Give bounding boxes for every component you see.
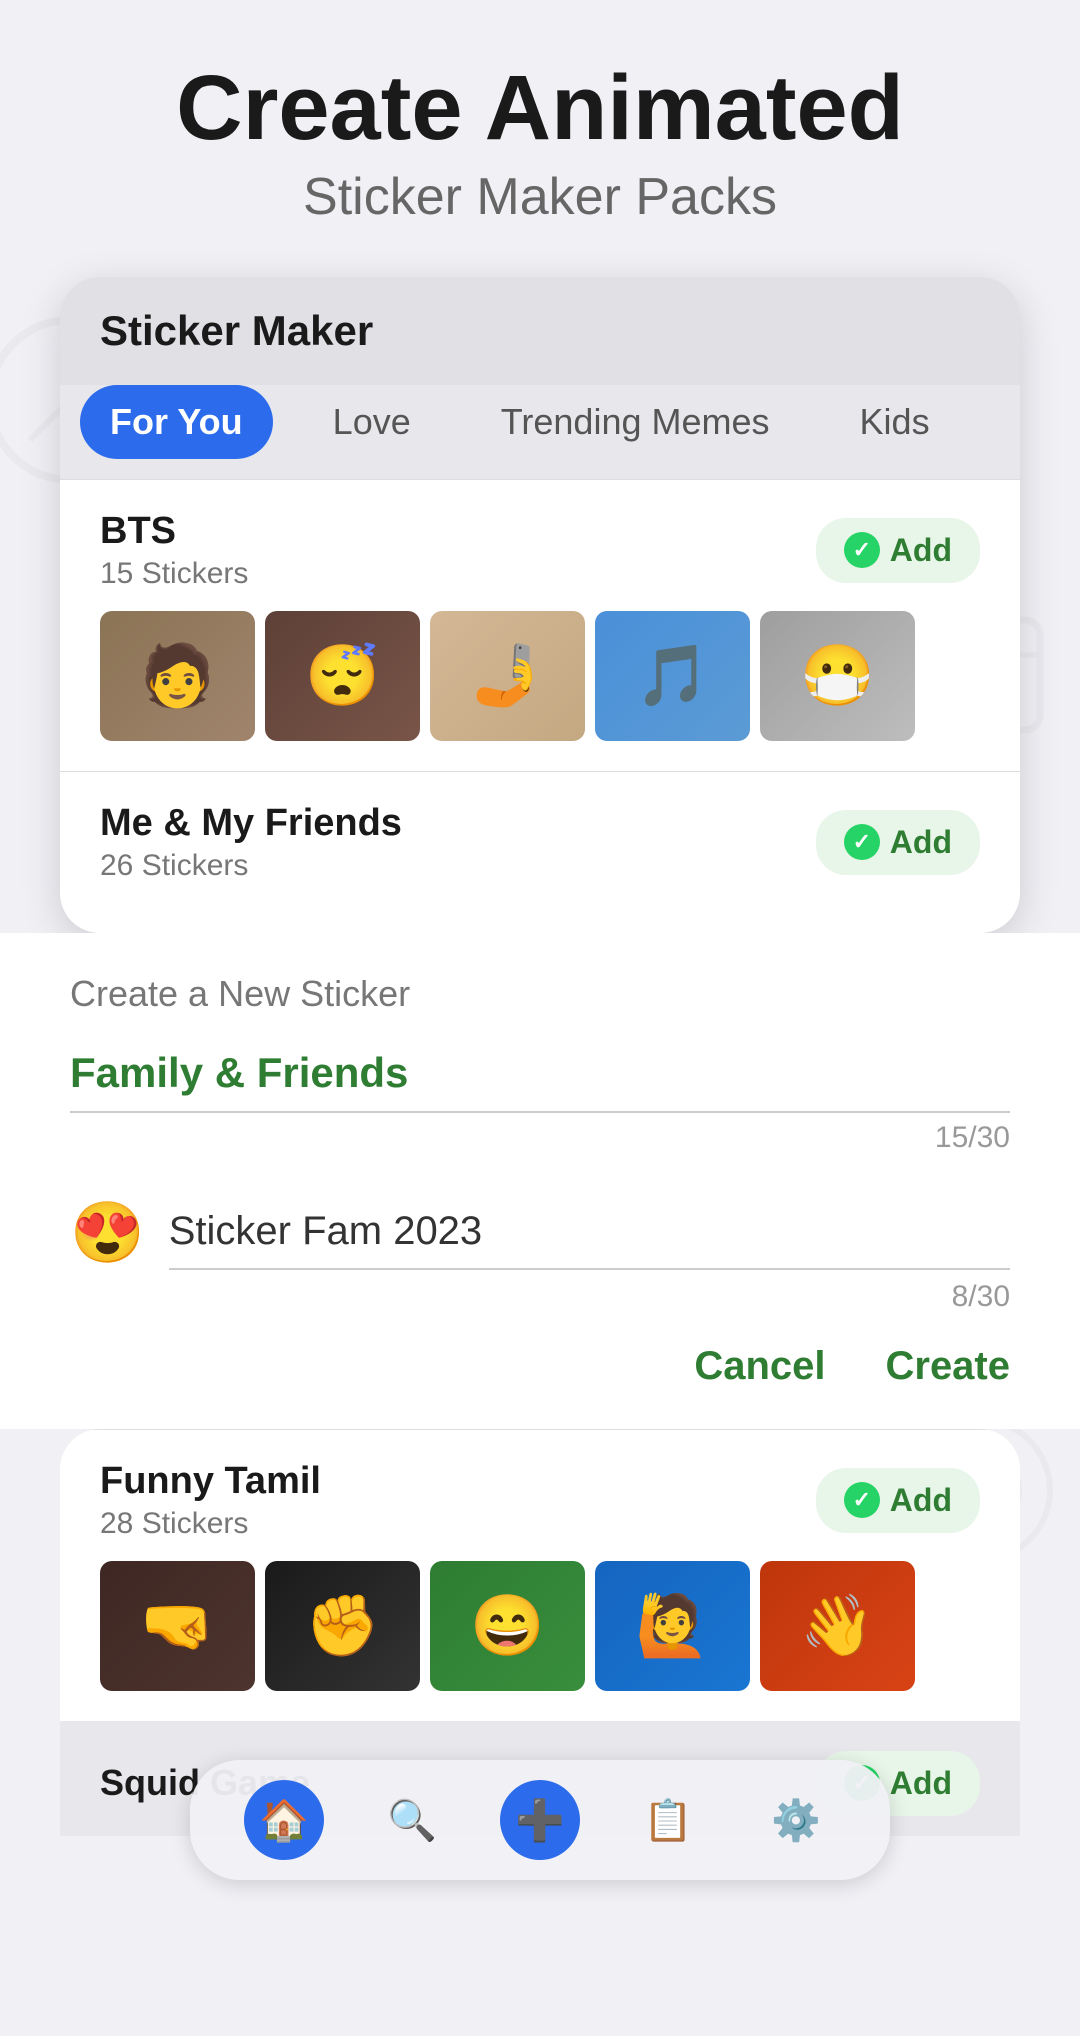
funny-tamil-add-button[interactable]: ✓ Add bbox=[816, 1468, 980, 1533]
add-icon: ➕ bbox=[515, 1797, 565, 1844]
sticker-pack-bts: BTS 15 Stickers ✓ Add 🧑 😴 🤳 bbox=[60, 479, 1020, 771]
cancel-button[interactable]: Cancel bbox=[694, 1344, 825, 1389]
funny-tamil-add-label: Add bbox=[890, 1482, 952, 1519]
funny-sticker-3[interactable]: 😄 bbox=[430, 1561, 585, 1691]
bottom-nav: 🏠 🔍 ➕ 📋 ⚙️ bbox=[190, 1760, 890, 1880]
bts-sticker-images: 🧑 😴 🤳 🎵 😷 bbox=[100, 611, 980, 741]
nav-search[interactable]: 🔍 bbox=[372, 1780, 452, 1860]
nav-home[interactable]: 🏠 bbox=[244, 1780, 324, 1860]
phone-card-main: Sticker Maker For You Love Trending Meme… bbox=[60, 277, 1020, 933]
funny-tamil-images: 🤜 ✊ 😄 🙋 👋 bbox=[100, 1561, 980, 1691]
sticker-img-2[interactable]: 😴 bbox=[265, 611, 420, 741]
tab-trending-memes[interactable]: Trending Memes bbox=[471, 385, 800, 459]
friends-pack-header: Me & My Friends 26 Stickers ✓ Add bbox=[100, 802, 980, 883]
nav-settings[interactable]: ⚙️ bbox=[756, 1780, 836, 1860]
funny-tamil-header: Funny Tamil 28 Stickers ✓ Add bbox=[100, 1460, 980, 1541]
category-tabs: For You Love Trending Memes Kids bbox=[60, 385, 1020, 479]
nav-add[interactable]: ➕ bbox=[500, 1780, 580, 1860]
sticker-img-5[interactable]: 😷 bbox=[760, 611, 915, 741]
phone-card-header: Sticker Maker bbox=[60, 277, 1020, 385]
app-title: Sticker Maker bbox=[100, 307, 980, 355]
sticker-name-input-group: 😍 8/30 bbox=[70, 1195, 1010, 1314]
funny-tamil-count: 28 Stickers bbox=[100, 1507, 321, 1541]
bts-add-button[interactable]: ✓ Add bbox=[816, 518, 980, 583]
popup-actions: Cancel Create bbox=[70, 1344, 1010, 1389]
home-icon: 🏠 bbox=[259, 1797, 309, 1844]
sticker-name-counter: 8/30 bbox=[70, 1280, 1010, 1314]
squid-add-label: Add bbox=[890, 1765, 952, 1802]
sticker-pack-funny-tamil: Funny Tamil 28 Stickers ✓ Add 🤜 ✊ 😄 bbox=[60, 1429, 1020, 1721]
sticker-pack-friends: Me & My Friends 26 Stickers ✓ Add bbox=[60, 771, 1020, 933]
friends-pack-count: 26 Stickers bbox=[100, 849, 402, 883]
pack-name-counter: 15/30 bbox=[70, 1121, 1010, 1155]
search-icon: 🔍 bbox=[387, 1797, 437, 1844]
funny-sticker-5[interactable]: 👋 bbox=[760, 1561, 915, 1691]
tab-love[interactable]: Love bbox=[303, 385, 441, 459]
sticker-emoji[interactable]: 😍 bbox=[70, 1197, 145, 1268]
bts-pack-name: BTS bbox=[100, 510, 248, 553]
whatsapp-icon-2: ✓ bbox=[844, 824, 880, 860]
page-title: Create Animated bbox=[40, 60, 1040, 157]
header: Create Animated Sticker Maker Packs bbox=[0, 60, 1080, 277]
create-button[interactable]: Create bbox=[885, 1344, 1010, 1389]
whatsapp-icon-3: ✓ bbox=[844, 1482, 880, 1518]
funny-sticker-1[interactable]: 🤜 bbox=[100, 1561, 255, 1691]
friends-add-label: Add bbox=[890, 824, 952, 861]
settings-icon: ⚙️ bbox=[771, 1797, 821, 1844]
tab-for-you[interactable]: For You bbox=[80, 385, 273, 459]
funny-sticker-4[interactable]: 🙋 bbox=[595, 1561, 750, 1691]
bts-pack-header: BTS 15 Stickers ✓ Add bbox=[100, 510, 980, 591]
friends-add-button[interactable]: ✓ Add bbox=[816, 810, 980, 875]
nav-packs[interactable]: 📋 bbox=[628, 1780, 708, 1860]
packs-icon: 📋 bbox=[643, 1797, 693, 1844]
sticker-row: 😍 bbox=[70, 1195, 1010, 1270]
create-sticker-popup: Create a New Sticker 15/30 😍 8/30 Cancel… bbox=[0, 933, 1080, 1429]
whatsapp-icon: ✓ bbox=[844, 532, 880, 568]
pack-name-input[interactable] bbox=[70, 1035, 1010, 1113]
sticker-img-1[interactable]: 🧑 bbox=[100, 611, 255, 741]
page-subtitle: Sticker Maker Packs bbox=[40, 167, 1040, 227]
bts-pack-count: 15 Stickers bbox=[100, 557, 248, 591]
funny-sticker-2[interactable]: ✊ bbox=[265, 1561, 420, 1691]
create-new-label: Create a New Sticker bbox=[70, 973, 1010, 1015]
sticker-img-4[interactable]: 🎵 bbox=[595, 611, 750, 741]
pack-name-input-group: 15/30 bbox=[70, 1035, 1010, 1155]
bts-add-label: Add bbox=[890, 532, 952, 569]
sticker-name-input[interactable] bbox=[169, 1195, 1010, 1270]
sticker-img-3[interactable]: 🤳 bbox=[430, 611, 585, 741]
funny-tamil-name: Funny Tamil bbox=[100, 1460, 321, 1503]
tab-kids[interactable]: Kids bbox=[830, 385, 960, 459]
friends-pack-name: Me & My Friends bbox=[100, 802, 402, 845]
